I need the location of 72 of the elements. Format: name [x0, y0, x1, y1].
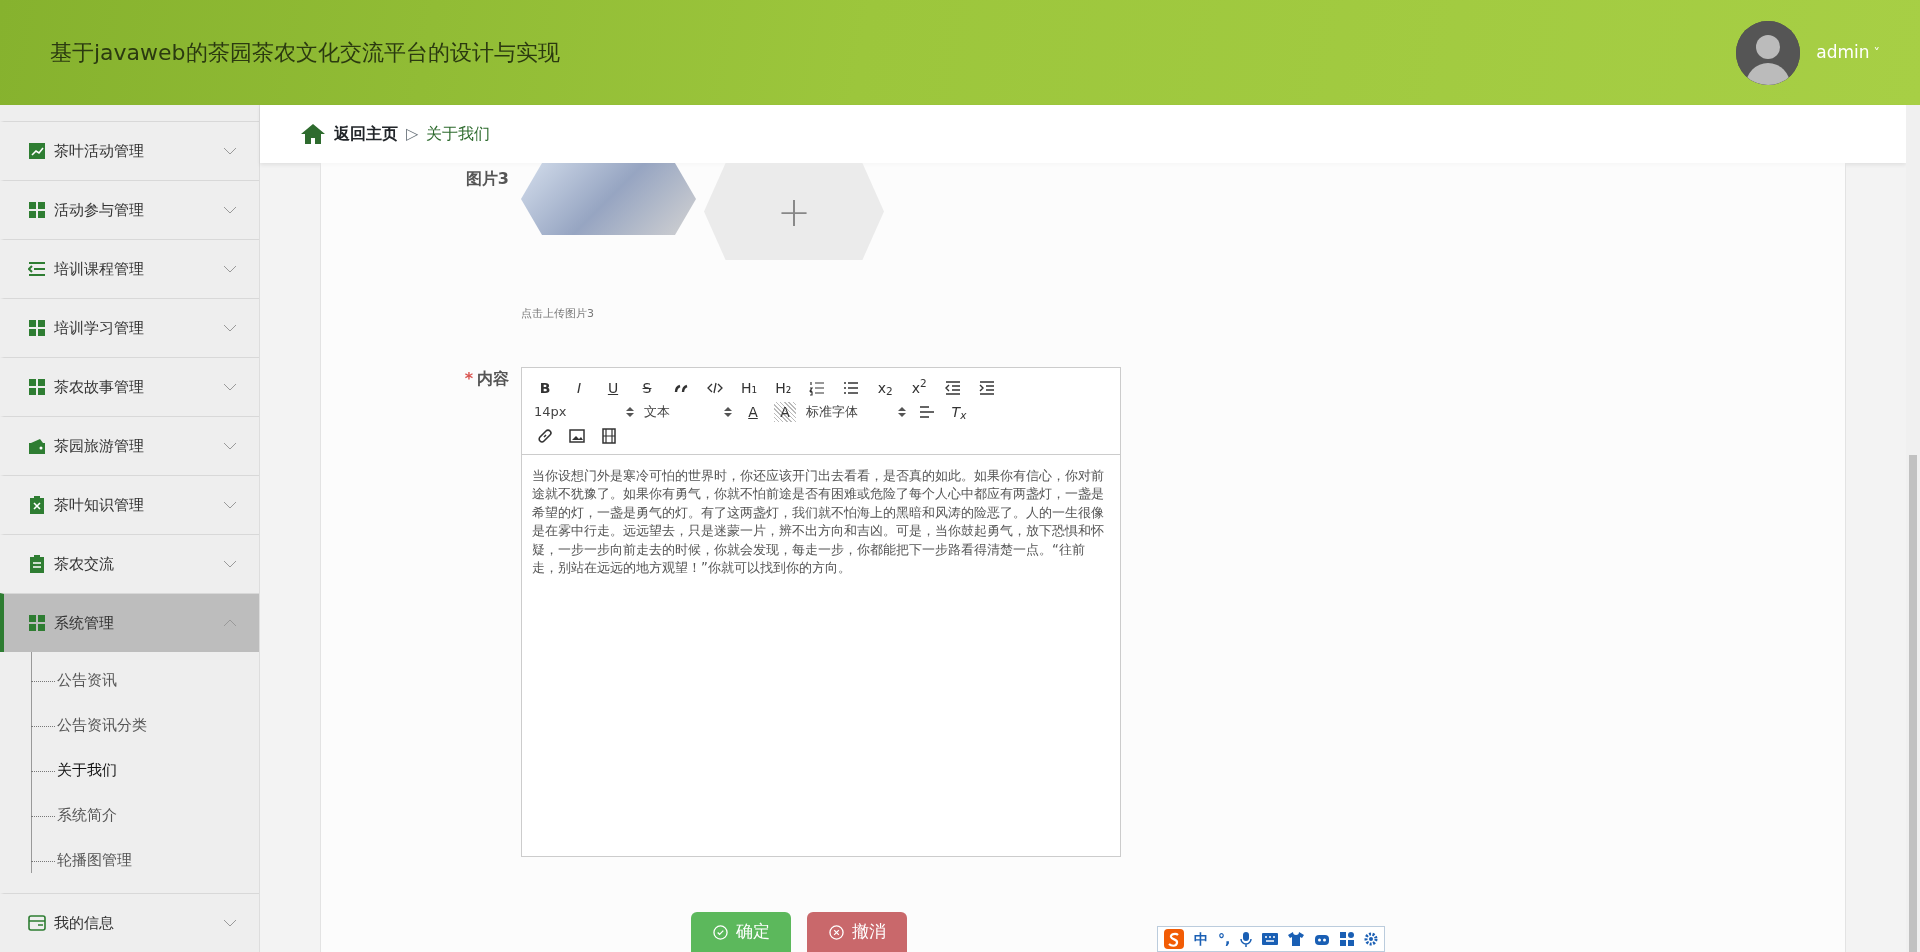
sidebar-item[interactable]: 培训课程管理: [0, 239, 259, 298]
submenu-item[interactable]: 轮播图管理: [31, 838, 259, 883]
toolbar-button[interactable]: T$_{x}$: [948, 401, 970, 422]
sidebar-item[interactable]: 茶园旅游管理: [0, 416, 259, 475]
editor-text: 当你设想门外是寒冷可怕的世界时，你还应该开门出去看看，是否真的如此。如果你有信心，你对前途就不犹豫了。如果你有勇气，你就不怕前途是否有困难或危险了每个人心中都应有两盏灯，一盏是希望的灯，一盏是勇气的灯。有了这两盏灯，我们就不怕海上的黑暗和风涛的险恶了。人的一生很像是在雾中行走。远远望去，只是迷蒙一片，辨不出方向和吉凶。可是，当你鼓起勇气，放下恐惧和怀疑，一步一步向前走去的时候，你就会发现，每走一步，你都能把下一步路看得清楚一点。“往前走，别站在远远的地方观望！”你就可以找到你的方向。: [531, 466, 1105, 577]
card-icon: [28, 914, 46, 932]
grid-icon: [1340, 932, 1355, 946]
toolbar-button[interactable]: H₁: [738, 377, 761, 398]
home-link[interactable]: 返回主页: [334, 122, 398, 146]
submenu-item[interactable]: 系统简介: [31, 793, 259, 838]
sidebar-item[interactable]: 茶农故事管理: [0, 357, 259, 416]
ime-logo-icon: [1164, 929, 1184, 949]
spinner-icon: [898, 405, 906, 418]
chart-icon: [28, 142, 46, 160]
sidebar-item[interactable]: 茶叶知识管理: [0, 475, 259, 534]
check-circle-icon: [712, 924, 728, 940]
indent-icon: [979, 379, 996, 396]
submenu-item[interactable]: 公告资讯分类: [31, 703, 259, 748]
outdent-icon: [945, 379, 962, 396]
rich-text-editor[interactable]: [521, 366, 1121, 857]
video-icon: [601, 427, 617, 444]
toolbar-button[interactable]: A: [742, 401, 764, 422]
toolbar-button[interactable]: [566, 427, 588, 444]
breadcrumb-current: 关于我们: [426, 123, 491, 145]
microphone-icon: [1240, 931, 1253, 947]
ime-toolbar[interactable]: 中 °,: [1157, 926, 1386, 952]
upload-hint: 点击上传图片3: [521, 306, 595, 322]
sidebar-item[interactable]: 茶叶活动管理: [0, 121, 259, 180]
close-circle-icon: [828, 924, 844, 940]
clipboard-icon: [28, 496, 46, 514]
list-icon: [28, 260, 46, 278]
bullet-list-icon: [843, 379, 860, 396]
sidebar-item[interactable]: 我的信息: [0, 893, 259, 952]
sidebar-item[interactable]: 培训学习管理: [0, 298, 259, 357]
sidebar-item[interactable]: 活动参与管理: [0, 180, 259, 239]
toolbar-button[interactable]: B: [534, 377, 556, 398]
required-mark: *: [464, 367, 473, 390]
cancel-button[interactable]: 撤消: [807, 912, 907, 952]
toolbar-button[interactable]: I: [568, 377, 590, 398]
grid-icon: [28, 614, 46, 632]
align-icon: [919, 403, 935, 420]
wallet-icon: [28, 437, 46, 455]
robot-icon: [1314, 932, 1331, 946]
toolbar-button[interactable]: x$^{2}$: [908, 377, 931, 398]
submenu-item[interactable]: 关于我们: [31, 748, 259, 793]
numbered-list-icon: [809, 379, 826, 396]
site-title: 基于javaweb的茶园茶农文化交流平台的设计与实现: [50, 39, 560, 67]
clipboard-icon: [28, 555, 46, 573]
toolbar-button[interactable]: x$_{2}$: [874, 377, 897, 398]
link-icon: [537, 427, 553, 444]
shirt-icon: [1288, 932, 1305, 946]
toolbar-button[interactable]: H₂: [772, 377, 795, 398]
keyboard-icon: [1262, 933, 1279, 945]
grid-icon: [28, 201, 46, 219]
dropdown[interactable]: 14px: [534, 401, 634, 422]
dropdown[interactable]: 文本: [644, 401, 732, 422]
toolbar-button[interactable]: A: [774, 401, 796, 422]
home-icon[interactable]: [300, 123, 326, 145]
field-label: 内容: [477, 367, 509, 390]
field-label: 图片3: [464, 168, 510, 190]
toolbar-button[interactable]: S: [636, 377, 658, 398]
dropdown[interactable]: 标准字体: [806, 401, 906, 422]
submenu-item[interactable]: 公告资讯: [31, 658, 259, 703]
grid-icon: [28, 319, 46, 337]
settings-icon: [1364, 932, 1379, 946]
sidebar-item[interactable]: 系统管理: [0, 593, 259, 652]
grid-icon: [28, 378, 46, 396]
toolbar-button[interactable]: U: [602, 377, 624, 398]
spinner-icon: [724, 405, 732, 418]
breadcrumb-separator: ▷: [406, 123, 419, 145]
spinner-icon: [626, 405, 634, 418]
image-icon: [569, 427, 585, 444]
